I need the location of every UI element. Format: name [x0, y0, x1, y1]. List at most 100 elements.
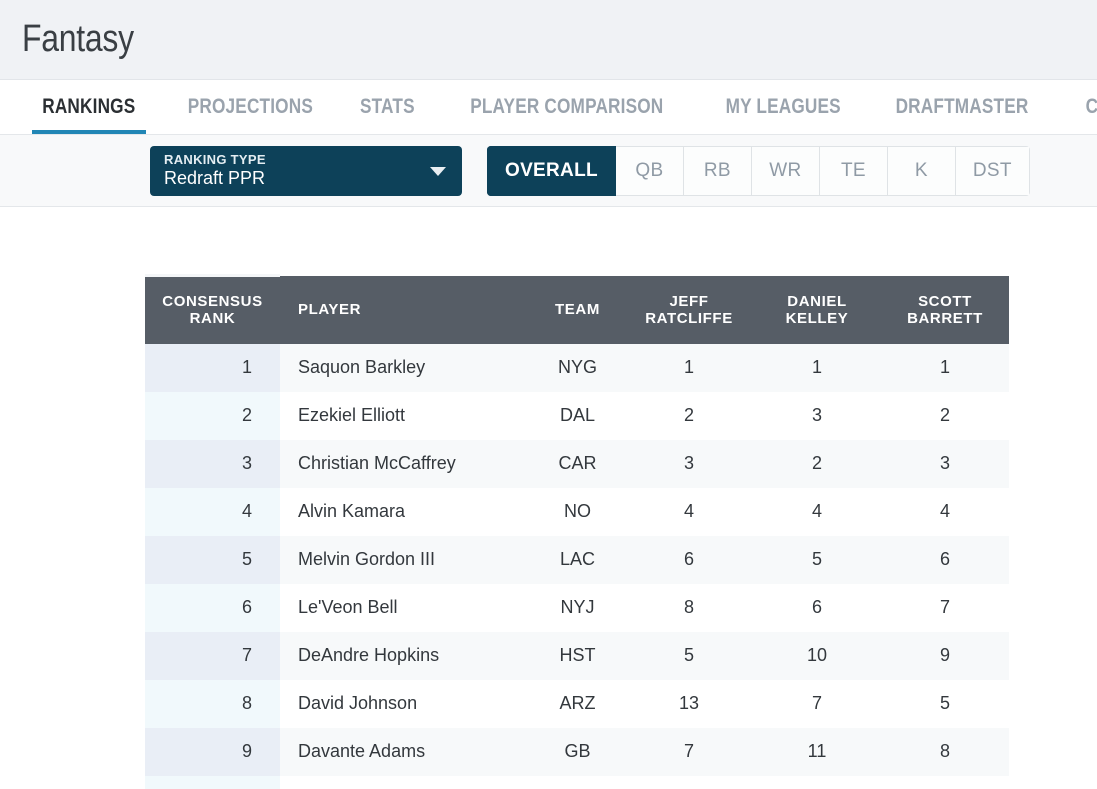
table-header: CONSENSUS RANK PLAYER TEAM JEFF RATCLIFFE DANI…	[145, 274, 1009, 344]
cell-team: CAR	[530, 439, 625, 488]
cell-exp1: 6	[625, 535, 753, 584]
main-nav-tabs: RANKINGS PROJECTIONS STATS PLAYER COMPARISO…	[0, 80, 1097, 135]
position-filter-dst[interactable]: DST	[955, 145, 1030, 196]
cell-player[interactable]: Alvin Kamara	[280, 487, 530, 536]
tab-label: PLAYER COMPARISON	[470, 95, 664, 118]
table-row[interactable]: 4 Alvin Kamara NO 4 4 4	[145, 487, 1009, 536]
table-header-row: CONSENSUS RANK PLAYER TEAM JEFF RATCLIFFE DANI…	[145, 274, 1009, 344]
column-header-line1: PLAYER	[298, 301, 362, 318]
cell-exp3: 4	[881, 487, 1009, 536]
ranking-type-label: RANKING TYPE	[164, 151, 266, 167]
column-header-player[interactable]: PLAYER	[280, 275, 530, 344]
table-row[interactable]: 2 Ezekiel Elliott DAL 2 3 2	[145, 391, 1009, 440]
tab-draftmaster[interactable]: DRAFTMASTER	[867, 80, 1057, 134]
cell-exp2: 4	[753, 487, 881, 536]
cell-exp1: 4	[625, 487, 753, 536]
rankings-table-container: CONSENSUS RANK PLAYER TEAM JEFF RATCLIFFE DANI…	[0, 207, 1097, 789]
column-header-team[interactable]: TEAM	[530, 275, 625, 344]
cell-exp2: 3	[753, 391, 881, 440]
cell-exp1	[625, 775, 753, 789]
tab-label: MY LEAGUES	[725, 95, 841, 118]
cell-exp3	[881, 775, 1009, 789]
cell-team: ARZ	[530, 679, 625, 728]
cell-exp3: 6	[881, 535, 1009, 584]
cell-player[interactable]	[280, 775, 530, 789]
column-header-exp3[interactable]: SCOTT BARRETT	[881, 275, 1009, 344]
cell-exp2: 11	[753, 727, 881, 776]
position-filter-qb[interactable]: QB	[615, 145, 684, 196]
cell-player[interactable]: Christian McCaffrey	[280, 439, 530, 488]
cell-exp2: 1	[753, 343, 881, 392]
cell-player[interactable]: Saquon Barkley	[280, 343, 530, 392]
position-filter-k[interactable]: K	[887, 145, 956, 196]
cell-exp1: 3	[625, 439, 753, 488]
cell-exp1: 13	[625, 679, 753, 728]
tab-stats[interactable]: STATS	[340, 80, 435, 134]
position-filter-wr[interactable]: WR	[751, 145, 820, 196]
cell-rank: 7	[145, 631, 280, 680]
cell-player[interactable]: David Johnson	[280, 679, 530, 728]
ranking-type-value: Redraft PPR	[164, 167, 266, 188]
chevron-down-icon	[430, 166, 446, 176]
cell-exp2	[753, 775, 881, 789]
ranking-type-dropdown[interactable]: RANKING TYPE Redraft PPR	[150, 145, 462, 196]
column-header-line2: RATCLIFFE	[645, 309, 733, 327]
column-header-line1: SCOTT	[918, 292, 972, 310]
cell-player[interactable]: Davante Adams	[280, 727, 530, 776]
cell-exp1: 5	[625, 631, 753, 680]
table-row[interactable]: 1 Saquon Barkley NYG 1 1 1	[145, 343, 1009, 392]
table-row[interactable]: 3 Christian McCaffrey CAR 3 2 3	[145, 439, 1009, 488]
table-row[interactable]: 7 DeAndre Hopkins HST 5 10 9	[145, 631, 1009, 680]
site-header: Fantasy	[0, 0, 1097, 80]
cell-exp2: 7	[753, 679, 881, 728]
column-header-exp2[interactable]: DANIEL KELLEY	[753, 275, 881, 344]
table-row[interactable]: 9 Davante Adams GB 7 11 8	[145, 727, 1009, 776]
position-filter-overall[interactable]: OVERALL	[487, 145, 616, 196]
cell-rank: 8	[145, 679, 280, 728]
cell-rank: 3	[145, 439, 280, 488]
tab-projections[interactable]: PROJECTIONS	[160, 80, 341, 134]
cell-player[interactable]: DeAndre Hopkins	[280, 631, 530, 680]
cell-rank: 2	[145, 391, 280, 440]
page-title: Fantasy	[22, 18, 134, 60]
tab-player-comparison[interactable]: PLAYER COMPARISON	[435, 80, 699, 134]
cell-player[interactable]: Ezekiel Elliott	[280, 391, 530, 440]
tab-cheat-sheets[interactable]: CHEAT SHEETS	[1057, 80, 1097, 134]
cell-rank: 6	[145, 583, 280, 632]
position-filter-te[interactable]: TE	[819, 145, 888, 196]
column-header-exp1[interactable]: JEFF RATCLIFFE	[625, 275, 753, 344]
cell-exp1: 7	[625, 727, 753, 776]
cell-rank: 5	[145, 535, 280, 584]
table-row[interactable]: 6 Le'Veon Bell NYJ 8 6 7	[145, 583, 1009, 632]
filter-bar: RANKING TYPE Redraft PPR OVERALL QB RB WR TE…	[0, 135, 1097, 207]
cell-rank: 9	[145, 727, 280, 776]
tab-label: CHEAT SHEETS	[1086, 95, 1097, 119]
cell-exp1: 8	[625, 583, 753, 632]
cell-exp3: 7	[881, 583, 1009, 632]
cell-exp2: 5	[753, 535, 881, 584]
column-header-line2: BARRETT	[907, 309, 983, 327]
cell-exp2: 2	[753, 439, 881, 488]
cell-team: HST	[530, 631, 625, 680]
position-filter-rb[interactable]: RB	[683, 145, 752, 196]
cell-team: NYJ	[530, 583, 625, 632]
table-row[interactable]	[145, 775, 1009, 789]
column-header-line1: CONSENSUS	[162, 293, 263, 311]
column-header-line1: JEFF	[669, 292, 709, 310]
cell-team	[530, 775, 625, 789]
table-row[interactable]: 8 David Johnson ARZ 13 7 5	[145, 679, 1009, 728]
cell-exp3: 1	[881, 343, 1009, 392]
cell-exp3: 9	[881, 631, 1009, 680]
cell-rank: 4	[145, 487, 280, 536]
tab-label: STATS	[360, 95, 416, 118]
column-header-line1: DANIEL	[787, 292, 847, 310]
cell-player[interactable]: Le'Veon Bell	[280, 583, 530, 632]
cell-exp3: 3	[881, 439, 1009, 488]
column-header-rank[interactable]: CONSENSUS RANK	[145, 274, 280, 344]
tab-rankings[interactable]: RANKINGS	[18, 80, 160, 134]
tab-my-leagues[interactable]: MY LEAGUES	[699, 80, 867, 134]
cell-team: DAL	[530, 391, 625, 440]
cell-player[interactable]: Melvin Gordon III	[280, 535, 530, 584]
table-row[interactable]: 5 Melvin Gordon III LAC 6 5 6	[145, 535, 1009, 584]
cell-rank	[145, 775, 280, 789]
